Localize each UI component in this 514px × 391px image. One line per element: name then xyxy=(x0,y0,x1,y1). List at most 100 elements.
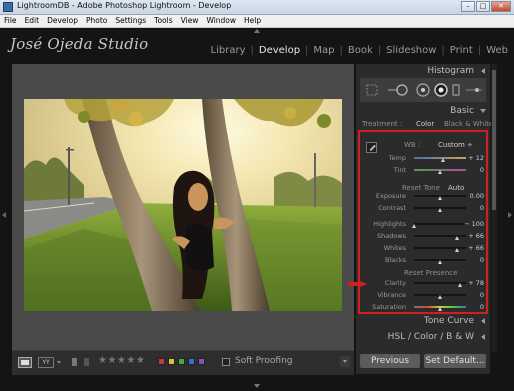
menu-edit[interactable]: Edit xyxy=(21,15,44,27)
slider-thumb[interactable] xyxy=(437,295,442,299)
filmstrip-toggle-icon[interactable] xyxy=(254,384,260,388)
slider-value[interactable]: + 12 xyxy=(468,154,484,162)
graduated-filter-icon[interactable] xyxy=(434,83,448,97)
photo-preview[interactable] xyxy=(24,99,342,311)
slider-value[interactable]: 0 xyxy=(480,256,484,264)
loupe-view-button[interactable] xyxy=(18,357,32,368)
module-map[interactable]: Map xyxy=(313,45,334,56)
slider-thumb[interactable] xyxy=(440,158,445,162)
slider-value[interactable]: 0.00 xyxy=(470,192,484,200)
collapse-icon xyxy=(481,318,485,324)
annotation-arrow-icon xyxy=(358,280,367,288)
photo-image xyxy=(24,99,342,311)
slider-value[interactable]: 0 xyxy=(480,303,484,311)
flag-reject-icon[interactable] xyxy=(84,358,89,366)
module-book[interactable]: Book xyxy=(348,45,373,56)
menu-help[interactable]: Help xyxy=(240,15,265,27)
module-library[interactable]: Library xyxy=(211,45,246,56)
slider-thumb[interactable] xyxy=(454,236,459,240)
lightroom-window: LightroomDB - Adobe Photoshop Lightroom … xyxy=(0,0,514,391)
module-separator: | xyxy=(305,45,309,56)
annotation-arrow-shaft xyxy=(348,282,358,286)
menu-settings[interactable]: Settings xyxy=(111,15,150,27)
slider-thumb[interactable] xyxy=(437,170,442,174)
adjustment-brush-icon[interactable] xyxy=(452,83,462,97)
crop-icon[interactable] xyxy=(366,84,378,96)
top-panel-toggle-icon[interactable] xyxy=(254,29,260,33)
toolbar-options-dropdown[interactable] xyxy=(340,356,350,367)
slider-thumb[interactable] xyxy=(437,196,442,200)
menu-view[interactable]: View xyxy=(177,15,203,27)
slider-thumb[interactable] xyxy=(411,224,416,228)
red-eye-icon[interactable] xyxy=(416,83,430,97)
slider-value[interactable]: 0 xyxy=(480,291,484,299)
menu-window[interactable]: Window xyxy=(202,15,240,27)
module-print[interactable]: Print xyxy=(450,45,473,56)
hsl-header[interactable]: HSL / Color / B & W xyxy=(356,330,490,344)
collapse-icon xyxy=(481,334,485,340)
color-label-swatch[interactable] xyxy=(178,358,185,365)
slider-value[interactable]: + 78 xyxy=(468,279,484,287)
soft-proofing-checkbox[interactable] xyxy=(222,358,230,366)
module-slideshow[interactable]: Slideshow xyxy=(386,45,436,56)
slider-label: Whites xyxy=(383,244,406,252)
previous-button[interactable]: Previous xyxy=(360,354,420,368)
flag-pick-icon[interactable] xyxy=(72,358,77,366)
minimize-button[interactable]: – xyxy=(461,1,475,12)
menu-photo[interactable]: Photo xyxy=(82,15,111,27)
slider-value[interactable]: 0 xyxy=(480,166,484,174)
reset-presence-button[interactable]: Reset Presence xyxy=(404,269,457,277)
right-panel-scrollbar[interactable] xyxy=(491,64,497,352)
treatment-black-white[interactable]: Black & White xyxy=(444,120,493,128)
soft-proofing-label: Soft Proofing xyxy=(235,356,293,366)
star-rating[interactable]: ★★★★★ xyxy=(98,355,145,366)
tone-curve-header[interactable]: Tone Curve xyxy=(356,314,490,328)
previous-reset-bar: Previous Set Default... xyxy=(356,352,490,372)
reset-tone-button[interactable]: Reset Tone xyxy=(402,184,440,192)
module-web[interactable]: Web xyxy=(486,45,508,56)
slider-tool-icon[interactable] xyxy=(466,86,482,94)
module-separator: | xyxy=(250,45,254,56)
color-label-swatch[interactable] xyxy=(158,358,165,365)
color-label-swatch[interactable] xyxy=(188,358,195,365)
before-after-button[interactable]: YY xyxy=(38,357,54,368)
wb-eyedropper-icon[interactable] xyxy=(366,142,377,153)
color-label-swatch[interactable] xyxy=(198,358,205,365)
slider-thumb[interactable] xyxy=(457,283,462,287)
module-develop[interactable]: Develop xyxy=(259,45,300,56)
slider-thumb[interactable] xyxy=(454,248,459,252)
left-panel-toggle-icon[interactable] xyxy=(2,212,6,218)
module-picker: Library | Develop | Map | Book | Slidesh… xyxy=(211,45,508,56)
histogram-header[interactable]: Histogram xyxy=(356,64,490,78)
slider-value[interactable]: − 100 xyxy=(464,220,484,228)
scrollbar-thumb[interactable] xyxy=(492,70,496,210)
right-panel-toggle-icon[interactable] xyxy=(508,212,512,218)
slider-label: Vibrance xyxy=(377,291,406,299)
slider-thumb[interactable] xyxy=(437,307,442,311)
menu-file[interactable]: File xyxy=(0,15,21,27)
module-separator: | xyxy=(441,45,445,56)
treatment-color[interactable]: Color xyxy=(416,120,434,128)
slider-value[interactable]: + 66 xyxy=(468,232,484,240)
auto-tone-button[interactable]: Auto xyxy=(448,184,464,192)
before-after-dropdown-icon[interactable] xyxy=(57,361,61,364)
menu-develop[interactable]: Develop xyxy=(43,15,82,27)
slider-value[interactable]: 0 xyxy=(480,204,484,212)
slider-value[interactable]: + 66 xyxy=(468,244,484,252)
basic-header[interactable]: Basic xyxy=(356,104,490,118)
spot-removal-icon[interactable] xyxy=(388,82,412,98)
hsl-tabs[interactable]: HSL / Color / B & W xyxy=(388,332,474,342)
color-label-swatch[interactable] xyxy=(168,358,175,365)
slider-thumb[interactable] xyxy=(437,208,442,212)
window-controls: – □ ✕ xyxy=(460,1,511,13)
wb-preset-select[interactable]: Custom ÷ xyxy=(438,141,473,149)
close-button[interactable]: ✕ xyxy=(491,1,511,12)
basic-panel-highlight: WB : Custom ÷ Reset Tone Auto Reset Pres… xyxy=(358,130,488,314)
set-default-button[interactable]: Set Default... xyxy=(424,354,486,368)
menu-tools[interactable]: Tools xyxy=(150,15,176,27)
expand-icon xyxy=(480,109,486,113)
develop-toolbar: YY ★★★★★ Soft Proofing xyxy=(12,350,354,375)
maximize-button[interactable]: □ xyxy=(476,1,490,12)
slider-track[interactable] xyxy=(414,223,466,225)
slider-thumb[interactable] xyxy=(437,260,442,264)
